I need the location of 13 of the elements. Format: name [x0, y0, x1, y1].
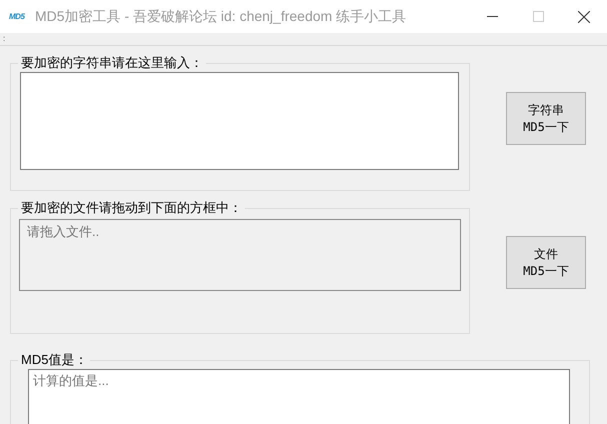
group-label: 要加密的文件请拖动到下面的方框中：	[20, 199, 243, 217]
app-icon: MD5	[9, 12, 27, 21]
group-label: MD5值是：	[20, 351, 88, 369]
window-title: MD5加密工具 - 吾爱破解论坛 id: chenj_freedom 练手小工具	[35, 8, 406, 26]
drop-field[interactable]: 请拖入文件..	[19, 219, 461, 291]
input-field[interactable]	[20, 72, 459, 170]
grip-text: :	[3, 35, 6, 43]
output-field[interactable]: 计算的值是...	[28, 369, 570, 424]
hash-string-button[interactable]: 字符串 MD5一下	[506, 92, 586, 145]
close-icon	[578, 10, 590, 22]
hash-file-button[interactable]: 文件 MD5一下	[506, 236, 586, 289]
maximize-icon	[532, 11, 544, 22]
group-label: 要加密的字符串请在这里输入：	[20, 54, 204, 72]
